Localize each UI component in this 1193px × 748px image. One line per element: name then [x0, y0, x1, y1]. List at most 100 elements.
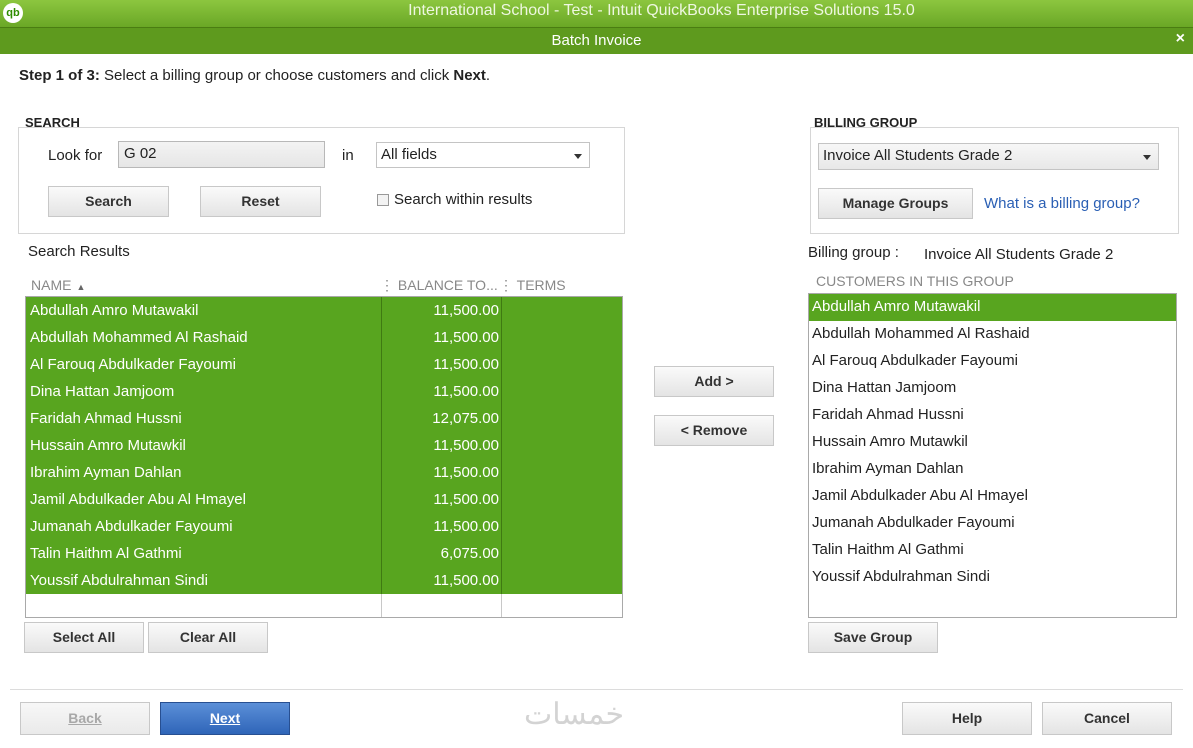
column-divider — [501, 513, 502, 540]
clear-all-button[interactable]: Clear All — [148, 622, 268, 653]
search-results-title: Search Results — [28, 243, 130, 260]
table-row[interactable]: Abdullah Mohammed Al Rashaid 11,500.00 — [26, 324, 622, 351]
watermark: خمسات — [524, 698, 625, 731]
column-divider — [501, 378, 502, 405]
balance-cell: 11,500.00 — [433, 464, 499, 481]
customers-in-group-header: CUSTOMERS IN THIS GROUP — [816, 273, 1014, 289]
table-row[interactable]: Talin Haithm Al Gathmi 6,075.00 — [26, 540, 622, 567]
balance-cell: 11,500.00 — [433, 572, 499, 589]
customer-name-cell: Al Farouq Abdulkader Fayoumi — [30, 356, 236, 373]
column-header-balance[interactable]: ⋮ BALANCE TO... — [380, 277, 498, 294]
customer-name-cell: Abdullah Mohammed Al Rashaid — [30, 329, 248, 346]
billing-group-selected: Invoice All Students Grade 2 — [823, 147, 1013, 164]
customer-name-cell: Hussain Amro Mutawkil — [30, 437, 186, 454]
column-header-name-label: NAME — [31, 277, 72, 293]
list-item[interactable]: Jamil Abdulkader Abu Al Hmayel — [809, 483, 1176, 510]
column-divider — [501, 459, 502, 486]
balance-cell: 11,500.00 — [433, 383, 499, 400]
table-row[interactable]: Hussain Amro Mutawkil 11,500.00 — [26, 432, 622, 459]
table-row[interactable]: Youssif Abdulrahman Sindi 11,500.00 — [26, 567, 622, 594]
list-item[interactable]: Abdullah Amro Mutawakil — [809, 294, 1176, 321]
search-button[interactable]: Search — [48, 186, 169, 217]
save-group-button[interactable]: Save Group — [808, 622, 938, 653]
billing-group-label: Billing group : — [808, 244, 899, 261]
customer-name-cell: Faridah Ahmad Hussni — [30, 410, 182, 427]
balance-cell: 11,500.00 — [433, 518, 499, 535]
search-field-value: All fields — [381, 146, 437, 163]
column-divider — [501, 297, 502, 324]
balance-cell: 11,500.00 — [433, 437, 499, 454]
customers-in-group-list[interactable]: Abdullah Amro Mutawakil Abdullah Mohammed… — [808, 293, 1177, 618]
list-item[interactable]: Hussain Amro Mutawkil — [809, 429, 1176, 456]
customer-name-cell: Jamil Abdulkader Abu Al Hmayel — [30, 491, 246, 508]
table-row[interactable]: Faridah Ahmad Hussni 12,075.00 — [26, 405, 622, 432]
list-item[interactable]: Dina Hattan Jamjoom — [809, 375, 1176, 402]
manage-groups-button[interactable]: Manage Groups — [818, 188, 973, 219]
balance-cell: 11,500.00 — [433, 329, 499, 346]
search-within-results-label: Search within results — [394, 191, 533, 208]
cancel-button[interactable]: Cancel — [1042, 702, 1172, 735]
customer-name-cell: Ibrahim Ayman Dahlan — [30, 464, 182, 481]
table-row[interactable]: Dina Hattan Jamjoom 11,500.00 — [26, 378, 622, 405]
list-item[interactable]: Faridah Ahmad Hussni — [809, 402, 1176, 429]
balance-cell: 11,500.00 — [433, 356, 499, 373]
search-field-select[interactable]: All fields — [376, 142, 590, 168]
dialog-titlebar: Batch Invoice × — [0, 27, 1193, 54]
list-item[interactable]: Jumanah Abdulkader Fayoumi — [809, 510, 1176, 537]
column-divider — [501, 567, 502, 594]
list-item[interactable]: Talin Haithm Al Gathmi — [809, 537, 1176, 564]
list-item[interactable]: Youssif Abdulrahman Sindi — [809, 564, 1176, 591]
table-row[interactable]: Jumanah Abdulkader Fayoumi 11,500.00 — [26, 513, 622, 540]
balance-cell: 12,075.00 — [432, 410, 499, 427]
table-row[interactable]: Jamil Abdulkader Abu Al Hmayel 11,500.00 — [26, 486, 622, 513]
search-within-results-checkbox[interactable] — [377, 194, 389, 206]
dialog-title: Batch Invoice — [551, 32, 642, 49]
table-row[interactable]: Abdullah Amro Mutawakil 11,500.00 — [26, 297, 622, 324]
column-divider — [501, 432, 502, 459]
column-header-balance-label: BALANCE TO... — [397, 277, 498, 293]
chevron-down-icon — [1143, 155, 1151, 160]
step-suffix: . — [485, 67, 491, 84]
customer-name-cell: Youssif Abdulrahman Sindi — [30, 572, 208, 589]
step-prefix: Step 1 of 3: — [19, 67, 100, 84]
billing-group-select[interactable]: Invoice All Students Grade 2 — [818, 143, 1159, 170]
column-header-terms[interactable]: ⋮ TERMS — [499, 277, 566, 294]
search-results-table[interactable]: Abdullah Amro Mutawakil 11,500.00 Abdullah… — [25, 296, 623, 618]
step-bold-word: Next — [453, 67, 486, 84]
column-divider — [501, 540, 502, 567]
list-item[interactable]: Abdullah Mohammed Al Rashaid — [809, 321, 1176, 348]
column-divider — [501, 486, 502, 513]
footer-divider — [10, 689, 1183, 690]
app-titlebar: qb International School - Test - Intuit … — [0, 0, 1193, 27]
customer-name-cell: Abdullah Amro Mutawakil — [30, 302, 199, 319]
column-header-name[interactable]: NAME ▲ — [31, 277, 85, 293]
search-panel: Look for G 02 in All fields Search Reset… — [18, 127, 625, 234]
column-divider — [501, 405, 502, 432]
look-for-input[interactable]: G 02 — [118, 141, 325, 168]
close-icon[interactable]: × — [1176, 30, 1185, 48]
customer-name-cell: Talin Haithm Al Gathmi — [30, 545, 182, 562]
column-header-terms-label: TERMS — [516, 277, 566, 293]
billing-group-help-link[interactable]: What is a billing group? — [984, 195, 1140, 212]
remove-button[interactable]: < Remove — [654, 415, 774, 446]
app-title: International School - Test - Intuit Qui… — [408, 2, 915, 19]
select-all-button[interactable]: Select All — [24, 622, 144, 653]
reset-button[interactable]: Reset — [200, 186, 321, 217]
chevron-down-icon — [574, 154, 582, 159]
table-row[interactable]: Al Farouq Abdulkader Fayoumi 11,500.00 — [26, 351, 622, 378]
step-instruction: Step 1 of 3: Select a billing group or c… — [19, 67, 490, 84]
help-button[interactable]: Help — [902, 702, 1032, 735]
look-for-label: Look for — [48, 147, 103, 164]
list-item[interactable]: Al Farouq Abdulkader Fayoumi — [809, 348, 1176, 375]
list-item[interactable]: Ibrahim Ayman Dahlan — [809, 456, 1176, 483]
add-button[interactable]: Add > — [654, 366, 774, 397]
back-button[interactable]: Back — [20, 702, 150, 735]
table-row[interactable]: Ibrahim Ayman Dahlan 11,500.00 — [26, 459, 622, 486]
next-button[interactable]: Next — [160, 702, 290, 735]
in-label: in — [342, 147, 354, 164]
balance-cell: 11,500.00 — [433, 491, 499, 508]
column-divider — [501, 324, 502, 351]
billing-group-value: Invoice All Students Grade 2 — [924, 246, 1114, 263]
step-text: Select a billing group or choose custome… — [99, 67, 454, 84]
sort-ascending-icon: ▲ — [76, 282, 86, 292]
